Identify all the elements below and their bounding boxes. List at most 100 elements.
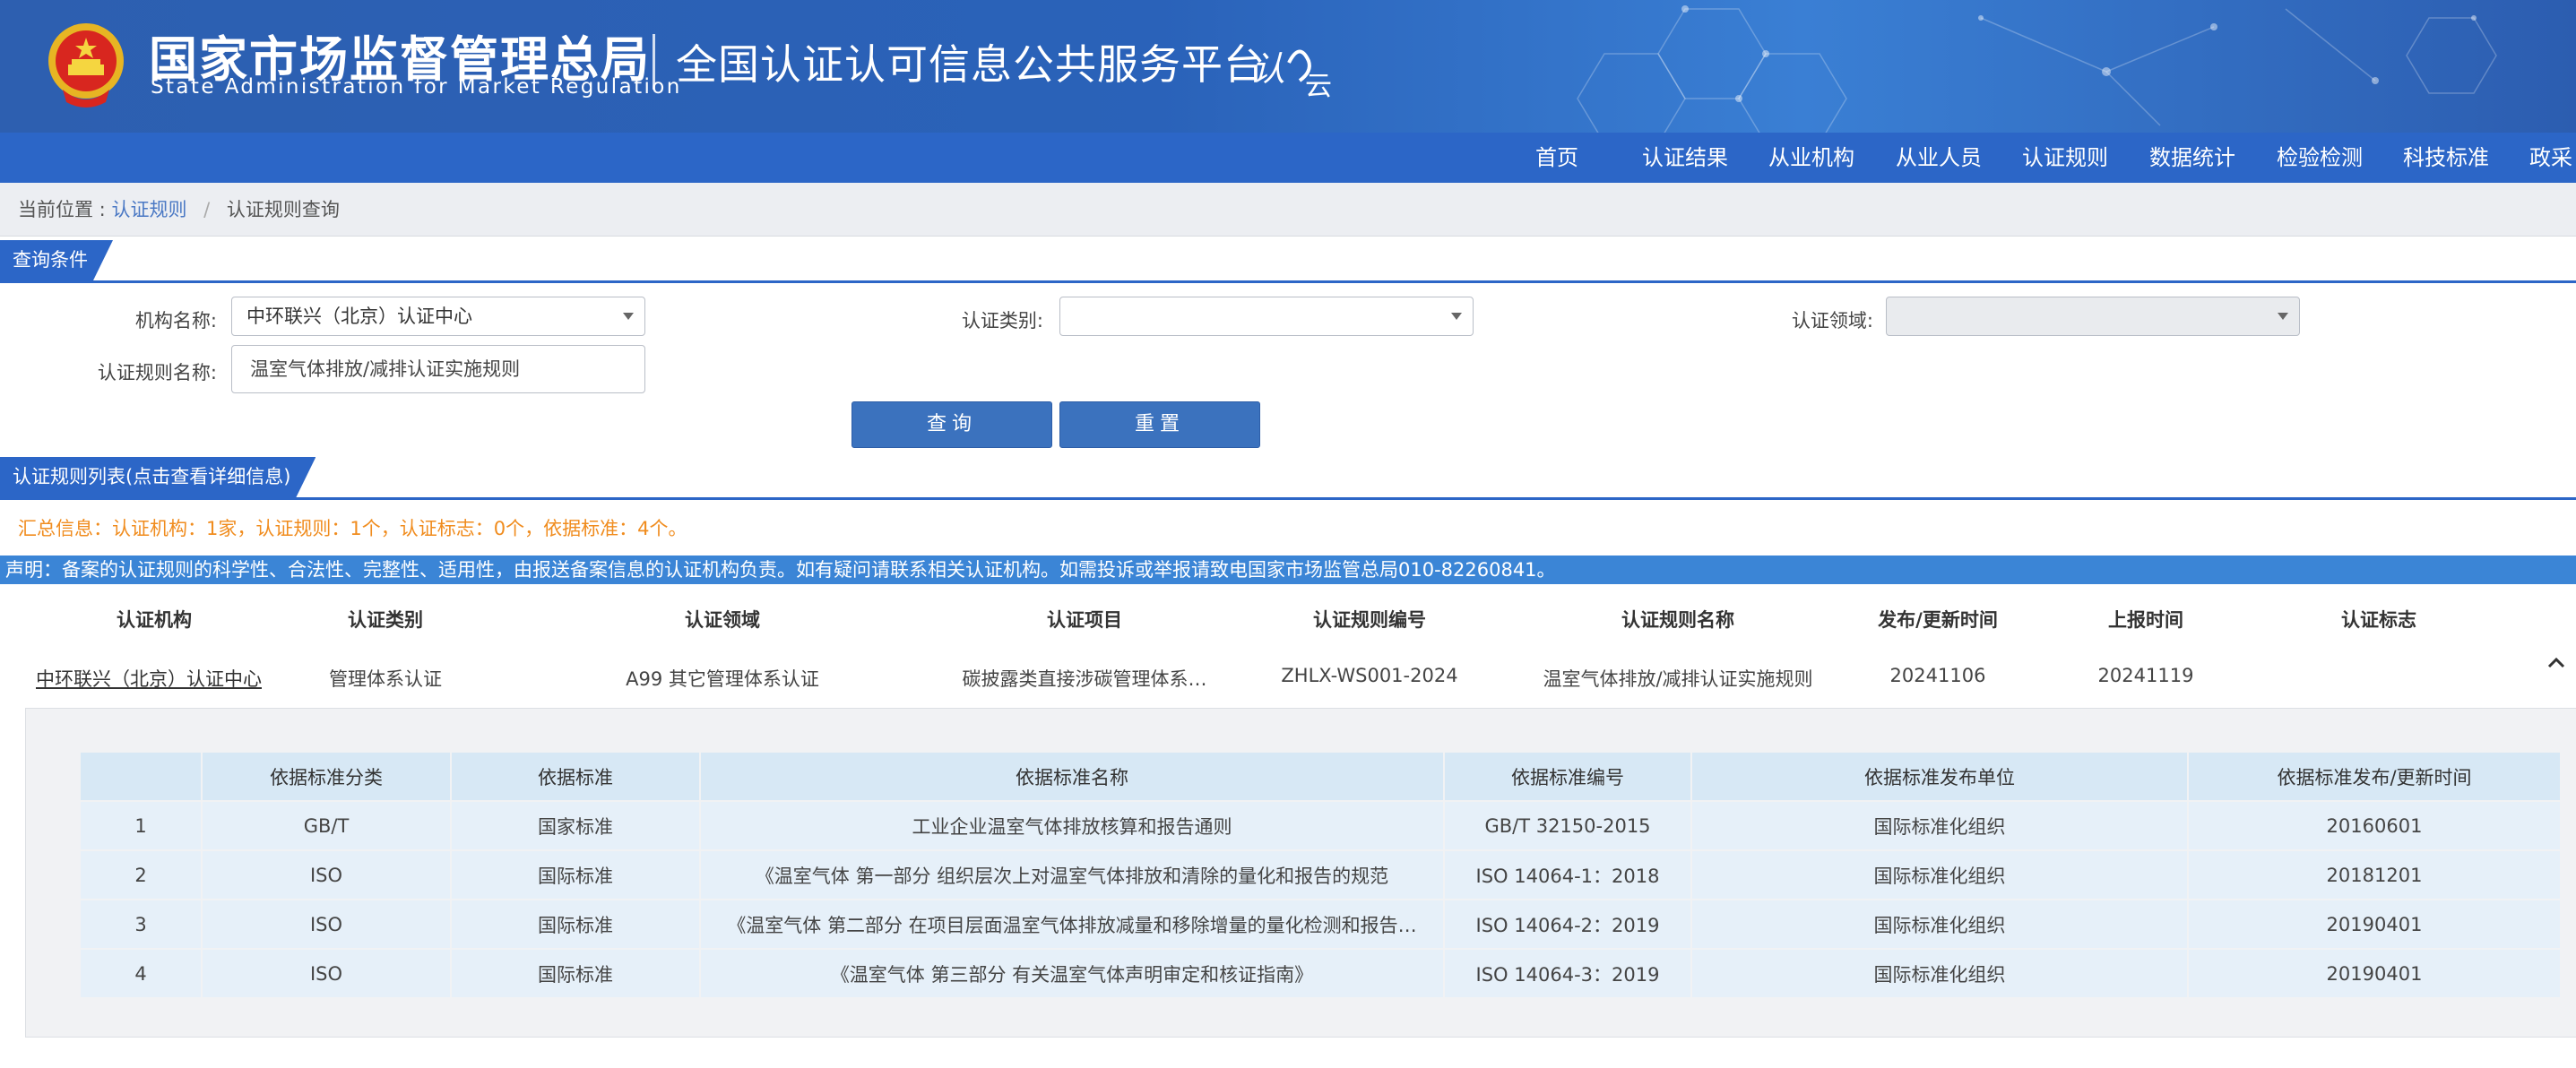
col-header-cert-mark: 认证标志 — [2341, 609, 2416, 631]
table-row: 4 ISO 国际标准 《温室气体 第三部分 有关温室气体声明审定和核证指南》 I… — [79, 948, 2562, 999]
std-name: 《温室气体 第一部分 组织层次上对温室气体排放和清除的量化和报告的规范 — [699, 849, 1445, 900]
network-decoration — [1577, 5, 2497, 133]
result-project: 碳披露类直接涉碳管理体系… — [962, 668, 1207, 690]
nav-item-inspection[interactable]: 检验检测 — [2277, 133, 2363, 183]
col-header-rule-name: 认证规则名称 — [1621, 609, 1734, 631]
result-field: A99 其它管理体系认证 — [626, 668, 819, 690]
chevron-down-icon — [623, 313, 634, 320]
col-header-org: 认证机构 — [117, 609, 192, 631]
std-code: GB/T 32150-2015 — [1443, 800, 1692, 851]
chevron-up-icon[interactable] — [2544, 652, 2569, 674]
std-col-name: 依据标准名称 — [699, 751, 1445, 802]
nav-item-statistics[interactable]: 数据统计 — [2149, 133, 2235, 183]
std-code: ISO 14064-2：2019 — [1443, 899, 1692, 950]
org-name-select[interactable]: 中环联兴（北京）认证中心 — [231, 297, 645, 336]
std-type: 国际标准 — [450, 948, 701, 999]
std-index: 2 — [79, 849, 203, 900]
agency-name-en: State Administration for Market Regulati… — [151, 75, 682, 99]
std-col-date: 依据标准发布/更新时间 — [2187, 751, 2562, 802]
query-section-header: 查询条件 — [0, 240, 2576, 283]
reset-button[interactable]: 重置 — [1059, 401, 1260, 448]
main-nav: 首页 认证结果 从业机构 从业人员 认证规则 数据统计 检验检测 科技标准 政采 — [0, 133, 2576, 183]
std-col-code: 依据标准编号 — [1443, 751, 1692, 802]
cert-field-label: 认证领域: — [1791, 310, 1873, 332]
table-row: 1 GB/T 国家标准 工业企业温室气体排放核算和报告通则 GB/T 32150… — [79, 800, 2562, 851]
nav-item-standards[interactable]: 科技标准 — [2403, 133, 2489, 183]
nav-item-procurement[interactable]: 政采 — [2529, 133, 2572, 183]
table-row: 3 ISO 国际标准 《温室气体 第二部分 在项目层面温室气体排放减量和移除增量… — [79, 899, 2562, 950]
search-button[interactable]: 查询 — [851, 401, 1052, 448]
platform-name: 全国认证认可信息公共服务平台 — [676, 40, 1266, 89]
std-col-issuer: 依据标准发布单位 — [1690, 751, 2189, 802]
std-code: ISO 14064-1：2018 — [1443, 849, 1692, 900]
std-type: 国际标准 — [450, 899, 701, 950]
standards-table: 依据标准分类 依据标准 依据标准名称 依据标准编号 依据标准发布单位 依据标准发… — [79, 751, 2562, 999]
breadcrumb-current: 认证规则查询 — [226, 199, 340, 220]
nav-item-institutions[interactable]: 从业机构 — [1768, 133, 1854, 183]
breadcrumb: 当前位置 : 认证规则 / 认证规则查询 — [0, 183, 2576, 237]
std-date: 20190401 — [2187, 948, 2562, 999]
std-name: 《温室气体 第三部分 有关温室气体声明审定和核证指南》 — [699, 948, 1445, 999]
std-name: 工业企业温室气体排放核算和报告通则 — [699, 800, 1445, 851]
std-col-index — [79, 751, 203, 802]
result-row[interactable]: 中环联兴（北京）认证中心 — [36, 665, 262, 692]
platform-logo-char-a: 认 — [1251, 49, 1285, 89]
rule-name-input[interactable]: 温室气体排放/减排认证实施规则 — [231, 345, 645, 393]
cert-category-select[interactable] — [1059, 297, 1474, 336]
std-col-type: 依据标准 — [450, 751, 701, 802]
standards-header-row: 依据标准分类 依据标准 依据标准名称 依据标准编号 依据标准发布单位 依据标准发… — [79, 751, 2562, 802]
breadcrumb-link-cert-rules[interactable]: 认证规则 — [111, 199, 186, 220]
results-summary: 汇总信息：认证机构：1家，认证规则：1个，认证标志：0个，依据标准：4个。 — [18, 518, 687, 539]
std-name: 《温室气体 第二部分 在项目层面温室气体排放减量和移除增量的量化检测和报告… — [699, 899, 1445, 950]
rule-name-label: 认证规则名称: — [97, 362, 217, 383]
std-class: ISO — [201, 849, 452, 900]
std-issuer: 国际标准化组织 — [1690, 948, 2189, 999]
header-divider — [653, 34, 655, 90]
chevron-down-icon — [2278, 313, 2288, 320]
disclaimer-banner: 声明：备案的认证规则的科学性、合法性、完整性、适用性，由报送备案信息的认证机构负… — [0, 556, 2576, 584]
breadcrumb-separator: / — [203, 199, 211, 220]
std-type: 国际标准 — [450, 849, 701, 900]
std-date: 20190401 — [2187, 899, 2562, 950]
col-header-field: 认证领域 — [685, 609, 760, 631]
std-class: ISO — [201, 899, 452, 950]
cert-category-label: 认证类别: — [961, 310, 1043, 332]
std-code: ISO 14064-3：2019 — [1443, 948, 1692, 999]
result-publish-date: 20241106 — [1889, 665, 1986, 686]
org-name-label: 机构名称: — [134, 310, 217, 332]
std-index: 4 — [79, 948, 203, 999]
std-class: ISO — [201, 948, 452, 999]
nav-item-home[interactable]: 首页 — [1535, 133, 1578, 183]
std-class: GB/T — [201, 800, 452, 851]
result-report-date: 20241119 — [2097, 665, 2194, 686]
table-row: 2 ISO 国际标准 《温室气体 第一部分 组织层次上对温室气体排放和清除的量化… — [79, 849, 2562, 900]
results-section-title: 认证规则列表(点击查看详细信息) — [0, 457, 316, 497]
std-date: 20181201 — [2187, 849, 2562, 900]
std-issuer: 国际标准化组织 — [1690, 899, 2189, 950]
results-section-header: 认证规则列表(点击查看详细信息) — [0, 457, 2576, 500]
result-rule-name: 温室气体排放/减排认证实施规则 — [1543, 668, 1813, 690]
nav-item-cert-results[interactable]: 认证结果 — [1642, 133, 1728, 183]
std-date: 20160601 — [2187, 800, 2562, 851]
platform-logo-char-b: 云 — [1305, 71, 1332, 102]
org-name-value: 中环联兴（北京）认证中心 — [246, 306, 472, 327]
cert-field-select[interactable] — [1886, 297, 2300, 336]
std-type: 国家标准 — [450, 800, 701, 851]
std-issuer: 国际标准化组织 — [1690, 800, 2189, 851]
result-org-link[interactable]: 中环联兴（北京）认证中心 — [36, 668, 262, 690]
result-category: 管理体系认证 — [329, 668, 442, 690]
chevron-down-icon — [1451, 313, 1462, 320]
result-rule-no: ZHLX-WS001-2024 — [1281, 665, 1458, 686]
nav-item-cert-rules[interactable]: 认证规则 — [2022, 133, 2108, 183]
col-header-project: 认证项目 — [1047, 609, 1122, 631]
std-index: 1 — [79, 800, 203, 851]
site-header: 国家市场监督管理总局 State Administration for Mark… — [0, 0, 2576, 133]
col-header-report-date: 上报时间 — [2108, 609, 2183, 631]
col-header-category: 认证类别 — [348, 609, 423, 631]
col-header-rule-no: 认证规则编号 — [1313, 609, 1426, 631]
platform-logo-icon: 认 云 — [1251, 49, 1332, 102]
std-index: 3 — [79, 899, 203, 950]
col-header-publish-date: 发布/更新时间 — [1878, 609, 1998, 631]
query-section-title: 查询条件 — [0, 240, 113, 280]
nav-item-practitioners[interactable]: 从业人员 — [1896, 133, 1982, 183]
